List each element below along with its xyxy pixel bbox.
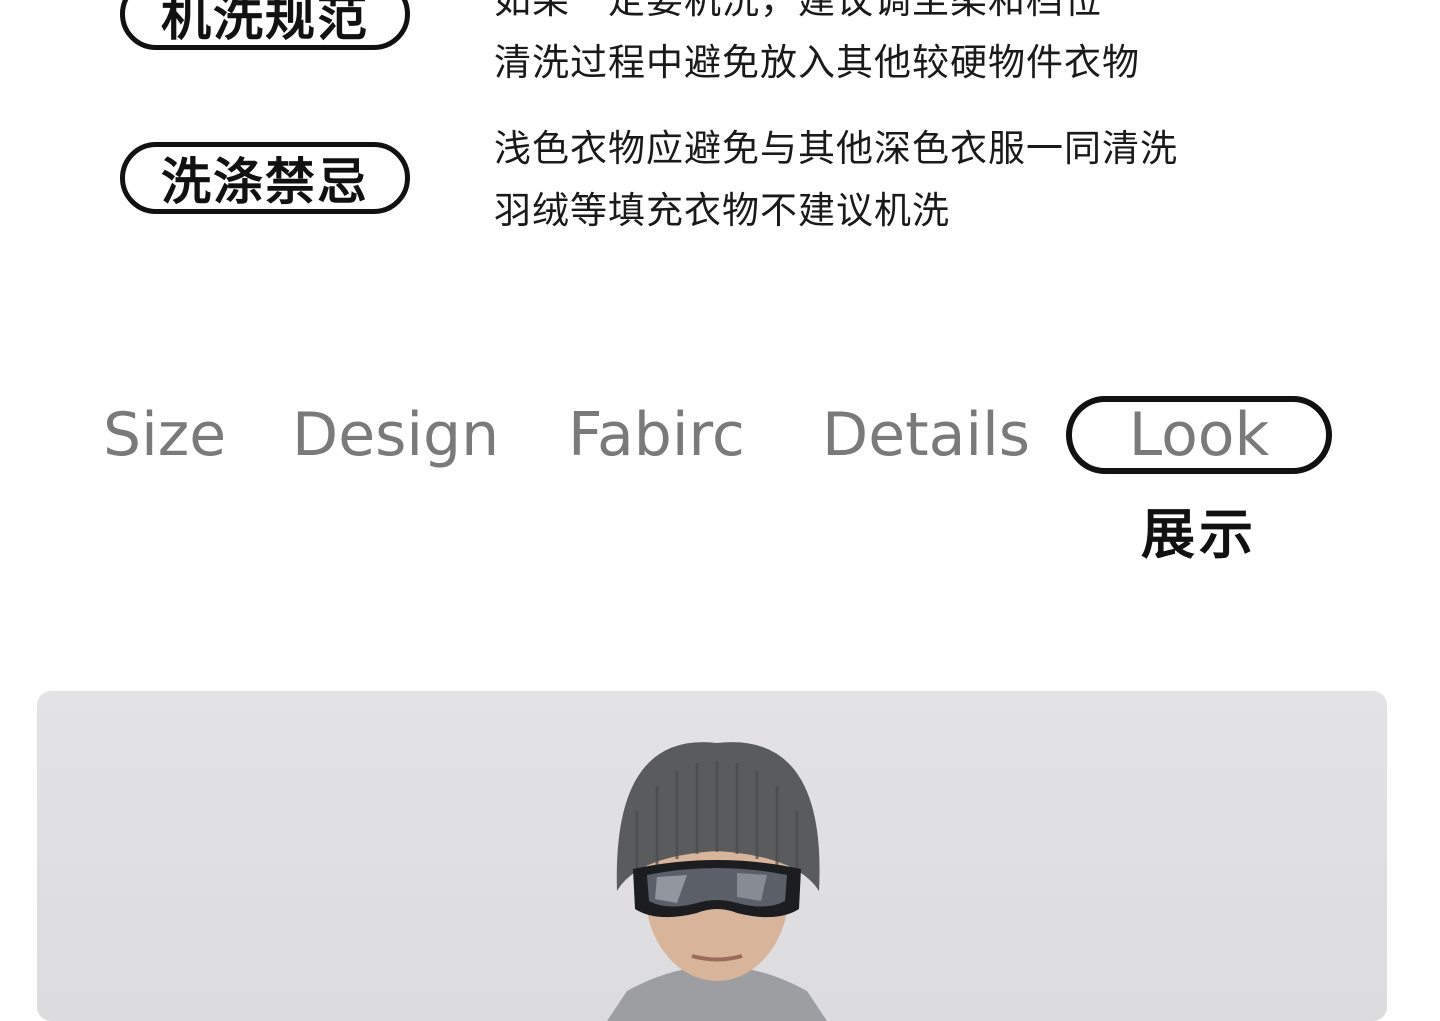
product-photo bbox=[37, 691, 1387, 1021]
machine-wash-line-2: 清洗过程中避免放入其他较硬物件衣物 bbox=[494, 41, 1140, 84]
washing-taboo-description: 浅色衣物应避免与其他深色衣服一同清洗 羽绒等填充衣物不建议机洗 bbox=[494, 118, 1178, 242]
tab-look-sublabel: 展示 bbox=[1141, 503, 1257, 566]
tab-look-active[interactable]: Look bbox=[1066, 396, 1332, 474]
washing-taboo-line-1: 浅色衣物应避免与其他深色衣服一同清洗 bbox=[494, 127, 1178, 170]
tab-fabric[interactable]: Fabirc bbox=[568, 396, 745, 474]
section-tabs: Size Design Fabirc Details Look bbox=[0, 396, 1440, 476]
washing-taboo-line-2: 羽绒等填充衣物不建议机洗 bbox=[494, 189, 950, 232]
tab-size[interactable]: Size bbox=[103, 396, 226, 474]
machine-wash-description: 如果一定要机洗，建议调至柔和档位 清洗过程中避免放入其他较硬物件衣物 bbox=[494, 0, 1140, 94]
model-illustration bbox=[607, 742, 827, 1021]
tab-design[interactable]: Design bbox=[292, 396, 499, 474]
tab-details[interactable]: Details bbox=[822, 396, 1030, 474]
washing-taboo-label: 洗涤禁忌 bbox=[120, 142, 410, 214]
machine-wash-line-1: 如果一定要机洗，建议调至柔和档位 bbox=[494, 0, 1102, 22]
machine-wash-label: 机洗规范 bbox=[120, 0, 410, 50]
